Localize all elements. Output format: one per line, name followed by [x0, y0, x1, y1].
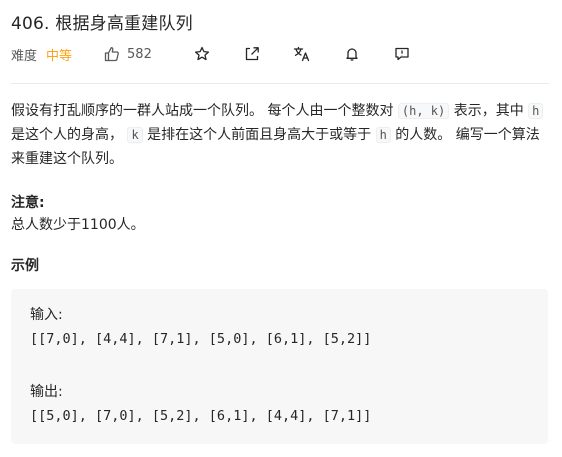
description-text: 是排在这个人前面且身高大于或等于	[147, 127, 372, 143]
bell-icon	[346, 48, 358, 61]
description-text: 表示，其中	[453, 103, 524, 119]
feedback-icon	[395, 47, 409, 61]
share-icon	[245, 47, 259, 61]
share-button[interactable]	[242, 44, 262, 64]
example-heading: 示例	[11, 258, 39, 274]
star-icon	[194, 46, 209, 61]
like-count: 582	[127, 46, 152, 62]
inline-code: (h, k)	[397, 103, 450, 119]
output-label: 输出:	[30, 384, 63, 400]
problem-title: 406. 根据身高重建队列	[11, 14, 193, 34]
like-button[interactable]: 582	[104, 46, 152, 62]
output-value: [[5,0], [7,0], [5,2], [6,1], [4,4], [7,1…	[30, 408, 372, 424]
inline-code: h	[375, 127, 391, 143]
example-code-block: 输入: [[7,0], [4,4], [7,1], [5,0], [6,1], …	[11, 289, 548, 444]
translate-button[interactable]	[292, 44, 312, 64]
description-text: 是这个人的身高，	[11, 127, 123, 143]
problem-meta-row: 难度 中等 582	[11, 44, 412, 64]
note-text: 总人数少于1100人。	[11, 217, 145, 233]
problem-description: 假设有打乱顺序的一群人站成一个队列。 每个人由一个整数对 (h, k) 表示，其…	[11, 99, 547, 171]
input-label: 输入:	[30, 307, 63, 323]
difficulty-label: 难度	[11, 48, 38, 64]
input-value: [[7,0], [4,4], [7,1], [5,0], [6,1], [5,2…	[30, 331, 372, 347]
inline-code: h	[528, 103, 544, 119]
divider	[11, 83, 549, 84]
difficulty-badge: 中等	[46, 48, 73, 64]
inline-code: k	[127, 127, 143, 143]
translate-icon	[293, 46, 310, 62]
notify-button[interactable]	[342, 44, 362, 64]
feedback-button[interactable]	[392, 44, 412, 64]
description-text: 假设有打乱顺序的一群人站成一个队列。 每个人由一个整数对	[11, 103, 394, 119]
favorite-button[interactable]	[192, 44, 212, 64]
note-heading: 注意:	[11, 195, 45, 211]
thumbs-up-icon	[104, 47, 119, 62]
